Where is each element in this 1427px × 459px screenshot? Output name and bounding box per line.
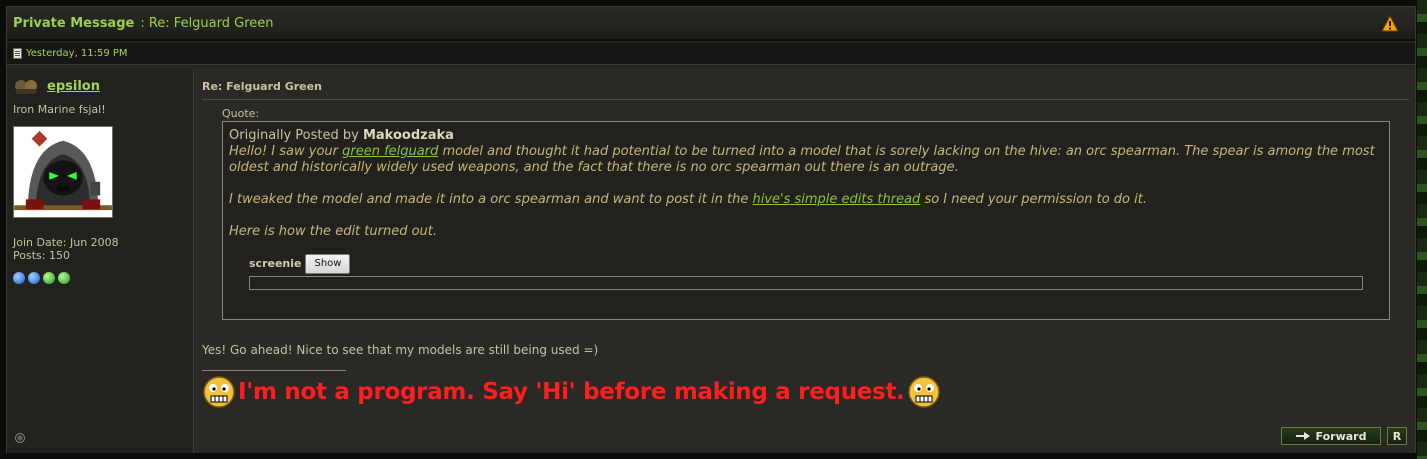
signature: I'm not a program. Say 'Hi' before makin… [202, 375, 941, 409]
spoiler-label: screenie [249, 257, 302, 270]
user-title: Iron Marine fsjal! [13, 103, 106, 116]
spoiler-show-button[interactable]: Show [305, 254, 351, 274]
quote-attribution: Originally Posted by Makoodzaka [229, 128, 1383, 144]
quote-paragraph-3: Here is how the edit turned out. [229, 224, 438, 239]
private-message-panel: Private Message : Re: Felguard Green Yes… [6, 6, 1416, 453]
green-felguard-link[interactable]: green felguard [342, 144, 438, 159]
divider [202, 99, 1409, 100]
spoiler-header: screenie Show [249, 254, 1383, 274]
angry-smiley-icon [203, 376, 235, 408]
join-info: Join Date: Jun 2008 Posts: 150 [13, 236, 187, 262]
forward-button[interactable]: Forward [1281, 427, 1381, 445]
user-row: epsilon [13, 77, 187, 95]
post-date-bar: Yesterday, 11:59 PM [7, 43, 1415, 65]
spoiler-body [249, 276, 1363, 290]
reply-text: Yes! Go ahead! Nice to see that my model… [202, 343, 599, 357]
quote-by-prefix: Originally Posted by [229, 128, 363, 143]
spoiler: screenie Show [249, 254, 1383, 290]
user-group-icon [15, 80, 37, 94]
message-body: Re: Felguard Green Quote: Originally Pos… [195, 69, 1415, 453]
join-date: Join Date: Jun 2008 [13, 236, 119, 249]
signature-divider [202, 370, 346, 371]
warning-icon[interactable] [1381, 15, 1399, 32]
message-title-bar: Private Message : Re: Felguard Green [7, 7, 1415, 41]
reputation-blue-icon [28, 272, 40, 284]
angry-smiley-icon [907, 376, 940, 408]
reputation-icons [13, 272, 187, 284]
post-title: Re: Felguard Green [202, 80, 322, 93]
quote-author: Makoodzaka [362, 128, 454, 143]
reply-button[interactable]: R [1387, 427, 1407, 445]
quote-paragraph-2: I tweaked the model and made it into a o… [229, 192, 1383, 208]
post-count: Posts: 150 [13, 249, 70, 262]
message-title: : Re: Felguard Green [140, 15, 274, 31]
signature-text: I'm not a program. Say 'Hi' before makin… [238, 379, 905, 405]
reputation-green-icon [43, 272, 55, 284]
post-date: Yesterday, 11:59 PM [26, 48, 128, 59]
arrow-right-icon [1295, 432, 1310, 440]
quote-paragraph-1: Hello! I saw your green felguard model a… [229, 144, 1383, 176]
avatar[interactable] [13, 126, 113, 218]
reputation-blue-icon [13, 272, 25, 284]
decorative-vine [1417, 0, 1427, 459]
username-link[interactable]: epsilon [47, 79, 100, 94]
post-icon [13, 48, 22, 59]
simple-edits-thread-link[interactable]: hive's simple edits thread [752, 192, 920, 207]
user-info-column: epsilon Iron Marine fsjal! Join Date: Ju… [7, 69, 194, 453]
quote-text: Hello! I saw your [229, 144, 343, 159]
title-label: Private Message [13, 15, 135, 31]
quote-text: so I need your permission to do it. [920, 192, 1147, 207]
quote-text: I tweaked the model and made it into a o… [229, 192, 753, 207]
quote-label: Quote: [222, 107, 260, 120]
quote-box: Originally Posted by Makoodzaka Hello! I… [222, 121, 1390, 320]
forward-label: Forward [1315, 429, 1367, 443]
reputation-green-icon [58, 272, 70, 284]
offline-status-icon [15, 433, 25, 443]
